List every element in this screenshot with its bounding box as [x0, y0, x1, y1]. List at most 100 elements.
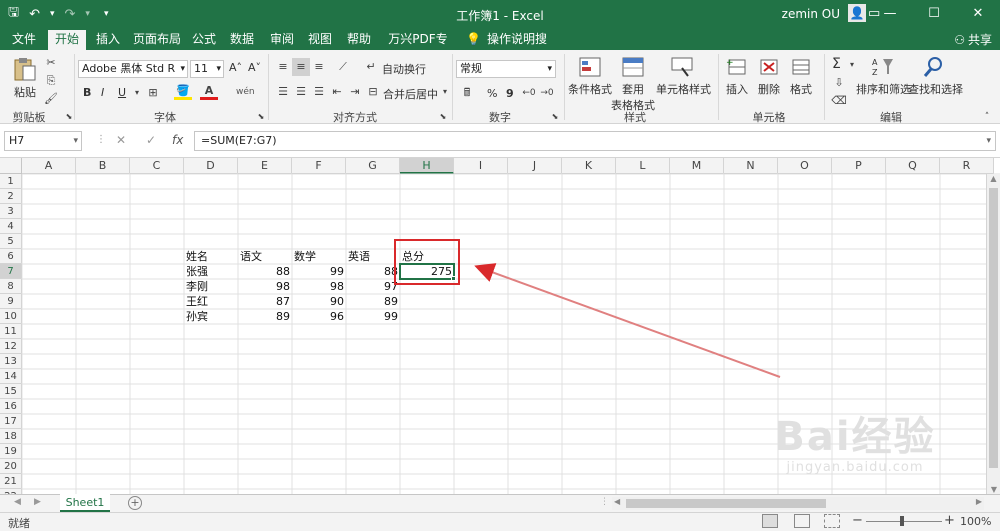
phonetic-button[interactable]: wén — [236, 87, 255, 97]
worksheet-grid[interactable]: ABCDEFGHIJKLMNOPQR 1 2 3 4 5 6 7 8 9 10 11 12 13 14 15… — [0, 158, 1000, 494]
scroll-down-icon[interactable]: ▼ — [987, 485, 1000, 494]
tab-view[interactable]: 视图 — [304, 30, 336, 50]
conditional-formatting-button[interactable]: 条件格式 — [568, 56, 612, 97]
align-top-icon[interactable]: ≡ — [274, 58, 292, 76]
tab-file[interactable]: 文件 — [6, 30, 42, 50]
tab-page-layout[interactable]: 页面布局 — [132, 30, 182, 50]
increase-font-size-button[interactable]: A˄ — [229, 61, 242, 74]
zoom-out-button[interactable]: − — [852, 513, 863, 528]
page-break-view-icon[interactable] — [824, 514, 840, 528]
format-as-table-button[interactable]: 套用 表格格式 — [610, 56, 656, 113]
delete-cells-icon — [760, 59, 778, 75]
tab-home[interactable]: 开始 — [48, 30, 86, 50]
sort-filter-button[interactable]: AZ 排序和筛选 — [856, 56, 911, 97]
confirm-icon[interactable]: ✓ — [146, 133, 156, 147]
scroll-left-icon[interactable]: ◀ — [614, 497, 620, 506]
horizontal-scroll-thumb[interactable] — [626, 499, 826, 508]
horizontal-scrollbar[interactable]: ◀ ▶ — [612, 497, 984, 510]
tell-me-search[interactable]: 💡操作说明搜索 — [466, 30, 556, 65]
formula-bar-handle-icon[interactable]: ⋮ — [96, 134, 106, 145]
clear-icon[interactable]: ⌫ — [830, 92, 848, 110]
increase-decimal-icon[interactable]: ←0 — [520, 84, 538, 102]
cut-icon[interactable]: ✂ — [42, 54, 60, 72]
wrap-text-icon[interactable]: ↵ — [362, 58, 380, 76]
borders-icon[interactable]: ⊞ — [144, 84, 162, 102]
fill-color-icon[interactable]: 🪣 — [174, 84, 192, 100]
align-center-icon[interactable]: ☰ — [292, 83, 310, 101]
tab-data[interactable]: 数据 — [226, 30, 258, 50]
user-avatar-icon[interactable]: 👤 — [848, 4, 866, 22]
sheet-tab-sheet1[interactable]: Sheet1 — [60, 494, 110, 512]
underline-button[interactable]: U — [118, 86, 126, 99]
copy-icon[interactable]: ⎘ — [42, 72, 60, 90]
format-painter-icon[interactable]: 🖌 — [42, 90, 60, 108]
insert-cells-button[interactable]: + 插入 — [722, 56, 752, 97]
find-select-button[interactable]: 查找和选择 — [908, 56, 963, 97]
tab-formulas[interactable]: 公式 — [188, 30, 220, 50]
format-cells-button[interactable]: 格式 — [786, 56, 816, 97]
chevron-down-icon: ▾ — [547, 64, 552, 74]
user-name[interactable]: zemin OU — [782, 7, 840, 21]
number-format-select[interactable]: 常规 ▾ — [456, 60, 556, 78]
arrow-line — [474, 263, 781, 378]
fill-icon[interactable]: ⇩ — [830, 74, 848, 92]
title-bar: 🖫 ↶ ▾ ↷ ▾ ▾ 工作簿1 - Excel zemin OU 👤 ▭ — … — [0, 0, 1000, 28]
align-right-icon[interactable]: ☰ — [310, 83, 328, 101]
minimize-button[interactable]: — — [868, 0, 912, 28]
comma-style-button[interactable]: 9 — [506, 87, 514, 100]
zoom-in-button[interactable]: + — [944, 513, 955, 528]
zoom-level[interactable]: 100% — [960, 515, 991, 528]
sheet-prev-icon[interactable]: ◀ — [14, 497, 21, 507]
italic-button[interactable]: I — [101, 86, 104, 99]
name-box[interactable]: H7 ▾ — [4, 131, 82, 151]
sheet-next-icon[interactable]: ▶ — [34, 497, 41, 507]
paste-button[interactable]: 粘贴 — [10, 56, 40, 104]
decrease-indent-icon[interactable]: ⇤ — [328, 83, 346, 101]
font-name-select[interactable]: Adobe 黑体 Std R ▾ — [78, 60, 188, 78]
bold-button[interactable]: B — [83, 86, 91, 99]
tab-review[interactable]: 审阅 — [266, 30, 298, 50]
accounting-format-icon[interactable]: 🖩 — [458, 84, 476, 102]
merge-center-icon[interactable]: ⊟ — [364, 83, 382, 101]
baidu-jingyan-watermark: Bai经验 jingyan.baidu.com — [774, 414, 936, 475]
percent-style-button[interactable]: % — [487, 87, 497, 100]
zoom-slider[interactable] — [866, 516, 942, 526]
orientation-icon[interactable]: ⟋ — [334, 58, 352, 76]
delete-cells-button[interactable]: 删除 — [754, 56, 784, 97]
format-cells-icon — [792, 59, 810, 75]
svg-text:+: + — [726, 58, 734, 68]
decrease-decimal-icon[interactable]: →0 — [538, 84, 556, 102]
vertical-scroll-thumb[interactable] — [989, 188, 998, 468]
zoom-slider-thumb[interactable] — [900, 516, 904, 526]
font-color-icon[interactable]: A — [200, 84, 218, 100]
tab-insert[interactable]: 插入 — [90, 30, 126, 50]
cell-styles-button[interactable]: 单元格样式 — [656, 56, 711, 97]
group-label-alignment: 对齐方式 — [333, 111, 377, 124]
align-middle-icon[interactable]: ≡ — [292, 58, 310, 76]
decrease-font-size-button[interactable]: A˅ — [248, 61, 261, 74]
conditional-formatting-icon — [579, 57, 601, 77]
share-button[interactable]: ⚇ 共享 — [954, 31, 992, 48]
scroll-up-icon[interactable]: ▲ — [987, 174, 1000, 183]
cancel-icon[interactable]: ✕ — [116, 133, 126, 147]
maximize-button[interactable]: ☐ — [912, 0, 956, 28]
increase-indent-icon[interactable]: ⇥ — [346, 83, 364, 101]
vertical-scrollbar[interactable]: ▲ ▼ — [986, 174, 1000, 494]
merge-center-button[interactable]: 合并后居中 — [383, 86, 438, 102]
close-button[interactable]: ✕ — [956, 0, 1000, 28]
add-sheet-button[interactable]: + — [128, 496, 142, 510]
expand-formula-bar-icon[interactable]: ▾ — [986, 132, 991, 150]
insert-function-button[interactable]: fx — [172, 133, 183, 147]
tab-wondershare-pdf[interactable]: 万兴PDF专家 — [384, 30, 452, 65]
autosum-button[interactable]: Σ — [832, 56, 841, 72]
tab-split-handle[interactable]: ⋮ — [600, 497, 609, 507]
align-bottom-icon[interactable]: ≡ — [310, 58, 328, 76]
normal-view-icon[interactable] — [762, 514, 778, 528]
formula-input[interactable]: =SUM(E7:G7) ▾ — [194, 131, 996, 151]
font-size-select[interactable]: 11 ▾ — [190, 60, 224, 78]
tab-help[interactable]: 帮助 — [342, 30, 376, 50]
align-left-icon[interactable]: ☰ — [274, 83, 292, 101]
wrap-text-button[interactable]: 自动换行 — [382, 61, 426, 77]
page-layout-view-icon[interactable] — [794, 514, 810, 528]
scroll-right-icon[interactable]: ▶ — [976, 497, 982, 506]
